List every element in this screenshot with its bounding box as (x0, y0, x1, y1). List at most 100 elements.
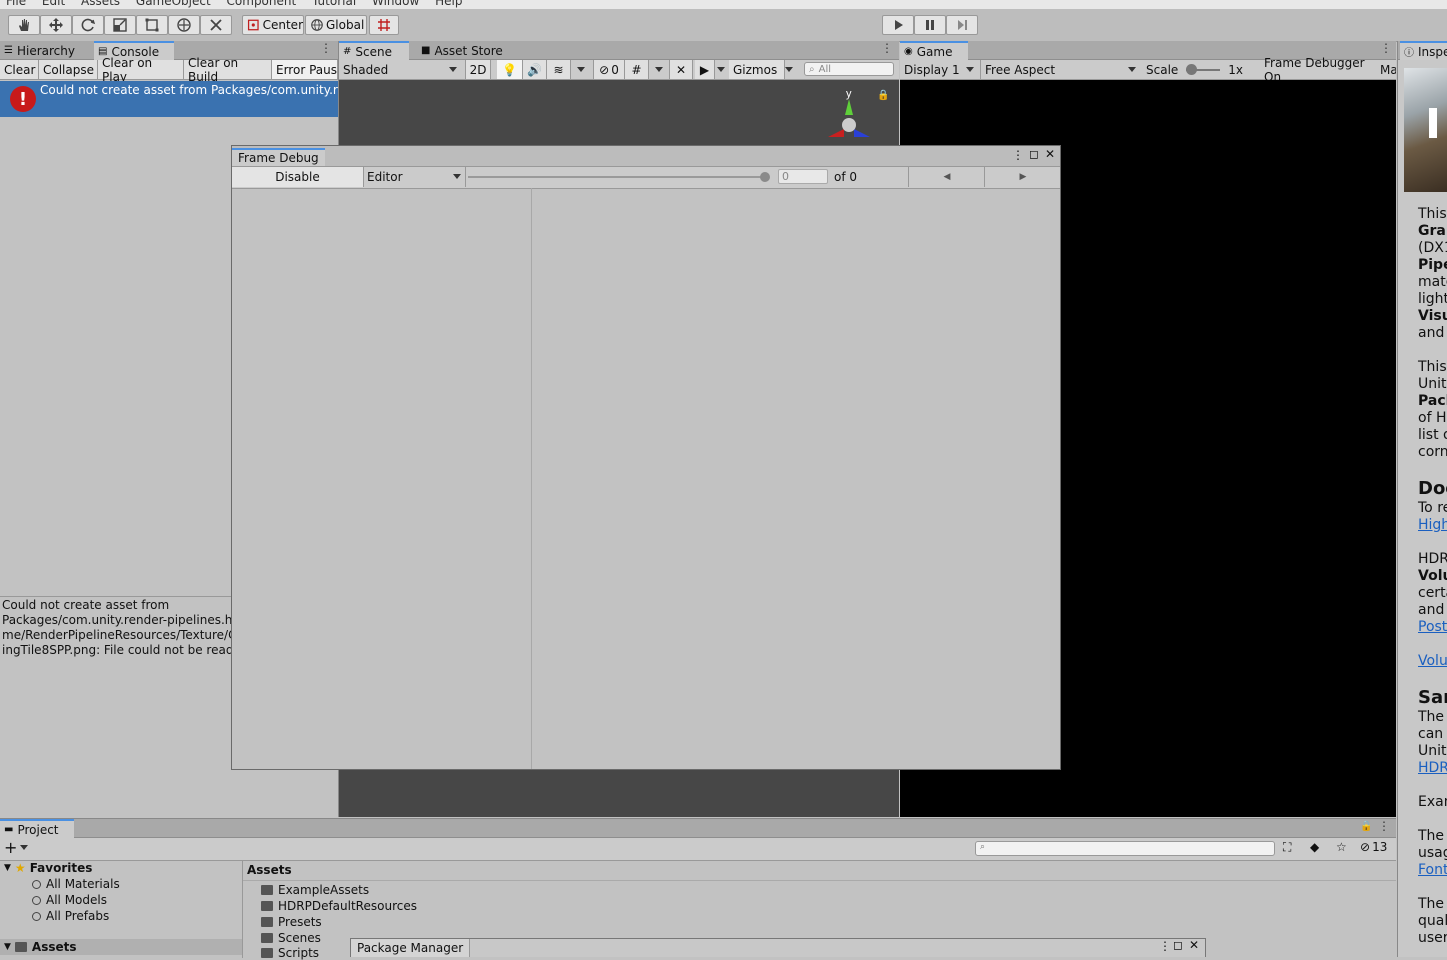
hidden-objects-toggle[interactable]: ⊘ 0 (593, 60, 625, 79)
error-pause-button[interactable]: Error Pause (272, 60, 338, 79)
event-index-input[interactable]: 0 (778, 169, 828, 184)
grid-visibility-toggle[interactable]: # (625, 60, 649, 79)
move-tool-button[interactable] (40, 15, 72, 35)
project-search-input[interactable]: ⌕ (975, 841, 1275, 856)
readme-link[interactable]: Font (1418, 862, 1447, 879)
step-button[interactable] (946, 15, 978, 35)
lock-icon[interactable]: 🔒 (1360, 821, 1372, 832)
tab-scene[interactable]: # Scene (339, 41, 409, 60)
pivot-space-button[interactable]: Global (305, 15, 367, 35)
previous-event-button[interactable]: ◀ (908, 167, 985, 187)
favorite-all-materials[interactable]: All Materials (32, 876, 120, 892)
camera-dropdown[interactable] (713, 60, 729, 79)
grid-dropdown[interactable] (649, 60, 667, 79)
pause-button[interactable] (914, 15, 946, 35)
shading-mode-dropdown[interactable]: Shaded (339, 60, 461, 79)
camera-toggle-button[interactable]: ▶ (695, 60, 715, 79)
folder-item[interactable]: Presets (261, 914, 322, 930)
kebab-menu-icon[interactable]: ⋮ (881, 41, 893, 55)
menu-help[interactable]: Help (435, 0, 462, 8)
lighting-toggle-button[interactable]: 💡 (497, 60, 523, 79)
maximize-icon[interactable]: ◻ (1029, 147, 1039, 161)
gizmos-toggle-button[interactable]: Gizmos (729, 60, 785, 79)
create-dropdown[interactable] (14, 838, 32, 857)
kebab-menu-icon[interactable]: ⋮ (1378, 819, 1390, 833)
pivot-mode-button[interactable]: Center (242, 15, 304, 35)
folder-item[interactable]: Scenes (261, 930, 321, 946)
assets-root-item[interactable]: ▼ Assets (0, 939, 242, 955)
next-event-button[interactable]: ▶ (984, 167, 1061, 187)
gizmos-dropdown[interactable] (781, 60, 797, 79)
menu-file[interactable]: File (6, 0, 26, 8)
clear-on-play-button[interactable]: Clear on Play (98, 56, 184, 84)
lock-icon[interactable]: 🔒 (877, 90, 889, 101)
favorites-group[interactable]: ▼ ★ Favorites (4, 860, 92, 876)
folder-item[interactable]: HDRPDefaultResources (261, 898, 417, 914)
menu-gameobject[interactable]: GameObject (136, 0, 211, 8)
rect-tool-button[interactable] (136, 15, 168, 35)
display-dropdown[interactable]: Display 1 (900, 60, 978, 79)
event-slider-thumb[interactable] (760, 172, 770, 182)
expand-arrow-icon[interactable]: ▼ (4, 942, 11, 952)
aspect-dropdown[interactable]: Free Aspect (980, 60, 1140, 79)
filter-by-type-icon[interactable]: ⛶ (1283, 840, 1291, 855)
rotate-tool-button[interactable] (72, 15, 104, 35)
effects-dropdown[interactable] (571, 60, 589, 79)
console-log-entry[interactable]: ! Could not create asset from Packages/c… (0, 81, 338, 117)
clear-button[interactable]: Clear (0, 60, 39, 79)
kebab-menu-icon[interactable]: ⋮ (1380, 41, 1392, 55)
menu-window[interactable]: Window (372, 0, 419, 8)
tab-project[interactable]: ▬ Project (0, 819, 74, 838)
frame-debug-tab[interactable]: Frame Debug (232, 148, 325, 166)
scene-search-input[interactable]: ⌕ All (804, 62, 894, 76)
kebab-menu-icon[interactable]: ⋮ (320, 41, 332, 55)
effects-toggle-button[interactable]: ≋ (547, 60, 571, 79)
kebab-menu-icon[interactable]: ⋮ (1159, 939, 1171, 953)
kebab-menu-icon[interactable]: ⋮ (1012, 148, 1024, 162)
breadcrumb[interactable]: Assets (243, 860, 1396, 881)
scene-gizmo-icon[interactable]: y (814, 85, 884, 145)
favorite-star-icon[interactable]: ☆ (1336, 840, 1347, 854)
audio-toggle-button[interactable]: 🔊 (523, 60, 547, 79)
2d-toggle-button[interactable]: 2D (465, 60, 491, 79)
frame-debug-target-dropdown[interactable]: Editor (363, 167, 466, 187)
folder-item[interactable]: Scripts (261, 946, 319, 960)
menu-assets[interactable]: Assets (81, 0, 120, 8)
tab-asset-store[interactable]: ■ Asset Store (417, 41, 517, 60)
expand-arrow-icon[interactable]: ▼ (4, 863, 11, 873)
grid-snap-button[interactable] (369, 15, 399, 35)
close-icon[interactable]: ✕ (1045, 147, 1055, 161)
readme-link[interactable]: Post (1418, 619, 1447, 636)
transform-tool-button[interactable] (168, 15, 200, 35)
readme-link[interactable]: Volu (1418, 653, 1447, 670)
custom-tool-button[interactable] (200, 15, 232, 35)
scale-slider[interactable] (1186, 63, 1221, 75)
tab-hierarchy[interactable]: ☰ Hierarchy (0, 41, 92, 60)
filter-by-label-icon[interactable]: ◆ (1310, 840, 1319, 854)
frame-event-tree[interactable] (232, 188, 532, 769)
menu-component[interactable]: Component (227, 0, 297, 8)
scale-tool-button[interactable] (104, 15, 136, 35)
favorite-all-prefabs[interactable]: All Prefabs (32, 908, 109, 924)
disable-button[interactable]: Disable (232, 167, 364, 187)
clear-on-build-button[interactable]: Clear on Build (184, 56, 272, 84)
event-slider[interactable] (468, 172, 770, 182)
menu-tutorial[interactable]: Tutorial (312, 0, 356, 8)
maximize-on-play-toggle[interactable]: Ma (1378, 60, 1396, 79)
readme-link[interactable]: High (1418, 517, 1447, 534)
tools-toggle-button[interactable]: ✕ (669, 60, 693, 79)
maximize-icon[interactable]: ◻ (1173, 938, 1183, 952)
favorite-all-models[interactable]: All Models (32, 892, 107, 908)
folder-item[interactable]: ExampleAssets (261, 882, 369, 898)
package-manager-tab[interactable]: Package Manager (351, 939, 471, 957)
close-icon[interactable]: ✕ (1189, 938, 1199, 952)
menu-edit[interactable]: Edit (42, 0, 65, 8)
hand-tool-button[interactable] (8, 15, 40, 35)
hidden-packages-toggle[interactable]: ⊘ 13 (1360, 840, 1387, 854)
tab-game[interactable]: ◉ Game (900, 41, 968, 60)
collapse-button[interactable]: Collapse (39, 60, 98, 79)
frame-debugger-toggle[interactable]: Frame Debugger On (1260, 56, 1378, 84)
scale-slider-thumb[interactable] (1186, 63, 1198, 75)
readme-link[interactable]: HDR (1418, 760, 1447, 777)
tab-inspector[interactable]: ⓘ Inspe (1400, 41, 1447, 60)
